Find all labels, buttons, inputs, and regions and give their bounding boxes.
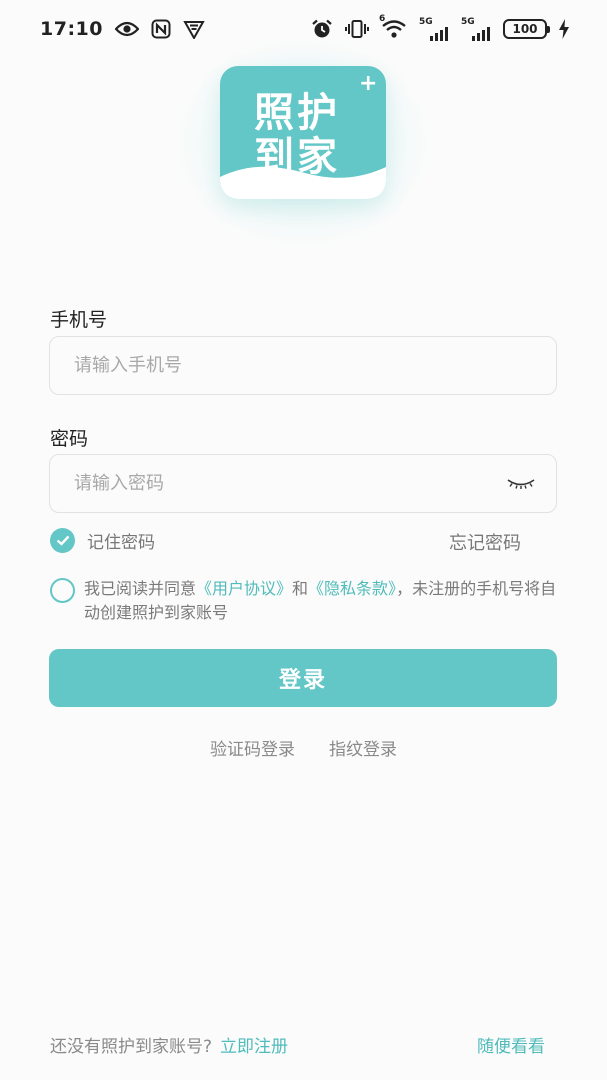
password-label: 密码 — [50, 428, 89, 450]
login-button[interactable]: 登录 — [49, 649, 557, 707]
remember-password-toggle[interactable]: 记住密码 — [50, 528, 155, 553]
register-prompt: 还没有照护到家账号? 立即注册 — [50, 1032, 288, 1057]
register-link[interactable]: 立即注册 — [220, 1037, 288, 1057]
agreement-row: 我已阅读并同意《用户协议》和《隐私条款》，未注册的手机号将自动创建照护到家账号 — [50, 577, 560, 625]
charging-icon — [559, 19, 569, 39]
agreement-checkbox[interactable] — [50, 578, 75, 603]
browse-as-guest-link[interactable]: 随便看看 — [477, 1032, 545, 1057]
password-input-box[interactable] — [49, 454, 557, 513]
user-agreement-link[interactable]: 《用户协议》 — [196, 579, 292, 598]
app-logo: 照护 到家 + — [220, 66, 386, 199]
remember-password-label: 记住密码 — [87, 533, 155, 553]
phone-label: 手机号 — [50, 309, 108, 331]
agreement-prefix: 我已阅读并同意 — [84, 579, 197, 598]
password-input[interactable] — [74, 473, 532, 494]
signal-icon: 5G — [461, 17, 491, 41]
logo-plus-icon: + — [359, 71, 378, 96]
privacy-policy-link[interactable]: 《隐私条款》 — [308, 579, 396, 598]
no-account-text: 还没有照护到家账号? — [50, 1037, 213, 1057]
logo-wave-shape — [220, 166, 386, 199]
eye-icon — [114, 21, 139, 37]
alternative-logins: 验证码登录 指纹登录 — [0, 735, 607, 760]
phone-input-box[interactable] — [49, 336, 557, 395]
forgot-password-link[interactable]: 忘记密码 — [449, 529, 521, 555]
agreement-and: 和 — [292, 579, 309, 598]
phone-input[interactable] — [74, 355, 532, 376]
status-time: 17:10 — [40, 18, 103, 40]
battery-icon: 100 — [503, 19, 550, 39]
checkbox-checked-icon[interactable] — [50, 528, 75, 553]
battery-level: 100 — [512, 22, 538, 36]
sms-code-login-link[interactable]: 验证码登录 — [210, 735, 295, 760]
eye-closed-icon[interactable] — [506, 475, 536, 493]
fingerprint-login-link[interactable]: 指纹登录 — [329, 735, 397, 760]
agreement-text: 我已阅读并同意《用户协议》和《隐私条款》，未注册的手机号将自动创建照护到家账号 — [84, 577, 560, 625]
